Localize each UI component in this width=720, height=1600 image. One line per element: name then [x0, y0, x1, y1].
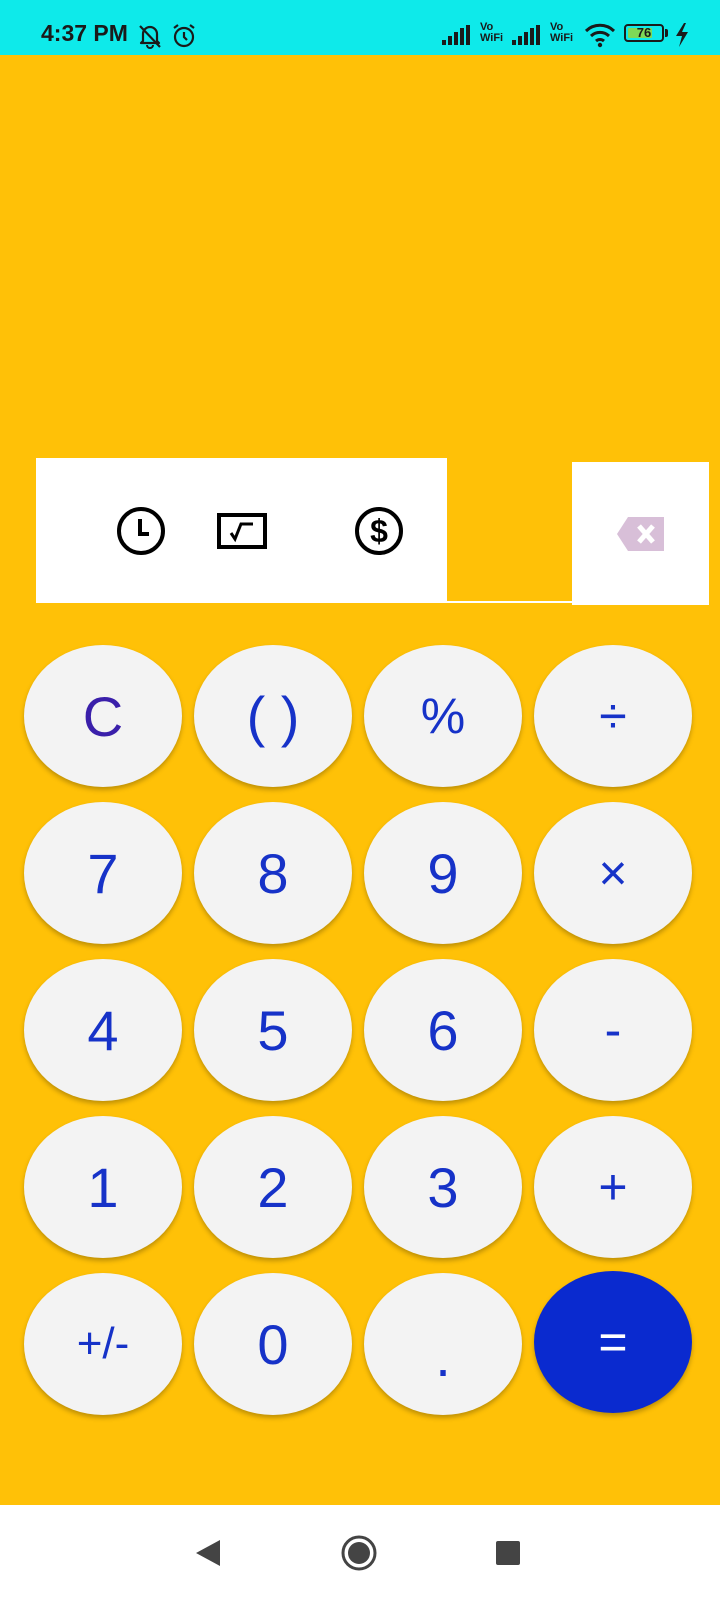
key-label: = [598, 1314, 628, 1370]
digit-8-key[interactable]: 8 [194, 802, 352, 944]
wifi-icon [584, 23, 616, 48]
recents-square-icon [496, 1540, 520, 1565]
charging-icon [676, 23, 688, 47]
digit-7-key[interactable]: 7 [24, 802, 182, 944]
plus-key[interactable]: + [534, 1116, 692, 1258]
status-time: 4:37 PM [41, 20, 128, 46]
key-label: +/- [76, 1319, 130, 1368]
tools-panel: $ [36, 458, 447, 603]
key-label: 1 [87, 1155, 119, 1219]
key-label: 7 [87, 841, 119, 905]
home-circle-icon [341, 1535, 377, 1570]
currency-dollar-icon: $ [355, 506, 403, 555]
key-label: × [598, 845, 628, 901]
vo-wifi-icon: Vo WiFi [480, 22, 503, 44]
alarm-icon [173, 24, 195, 48]
divide-key[interactable]: ÷ [534, 645, 692, 787]
digit-0-key[interactable]: 0 [194, 1273, 352, 1415]
key-label: 6 [427, 998, 459, 1062]
battery-level: 76 [636, 25, 652, 40]
key-label: 8 [257, 841, 289, 905]
key-label: 0 [257, 1312, 289, 1376]
parentheses-key[interactable]: ( ) [194, 645, 352, 787]
key-label: ( ) [246, 684, 300, 748]
history-button[interactable] [91, 458, 191, 603]
digit-5-key[interactable]: 5 [194, 959, 352, 1101]
digit-6-key[interactable]: 6 [364, 959, 522, 1101]
multiply-key[interactable]: × [534, 802, 692, 944]
clear-key[interactable]: C [24, 645, 182, 787]
battery-icon: 76 [624, 24, 664, 42]
digit-4-key[interactable]: 4 [24, 959, 182, 1101]
key-label: + [598, 1159, 628, 1215]
key-label: % [420, 688, 466, 744]
key-label: 2 [257, 1155, 289, 1219]
backspace-icon [616, 516, 664, 551]
negate-key[interactable]: +/- [24, 1273, 182, 1415]
currency-button[interactable]: $ [329, 458, 429, 603]
signal-icon [442, 25, 470, 45]
battery-nub [665, 29, 668, 37]
percent-key[interactable]: % [364, 645, 522, 787]
key-label: - [604, 1002, 622, 1058]
status-bar: 4:37 PM Vo WiFi Vo WiFi 76 [0, 0, 720, 55]
backspace-button[interactable] [572, 462, 709, 605]
digit-2-key[interactable]: 2 [194, 1116, 352, 1258]
key-label: . [435, 1324, 451, 1388]
signal-icon [512, 25, 540, 45]
back-button[interactable] [168, 1505, 248, 1600]
key-label: 3 [427, 1155, 459, 1219]
bell-off-icon [139, 25, 161, 49]
key-label: 9 [427, 841, 459, 905]
wifi-label: WiFi [480, 32, 504, 44]
digit-3-key[interactable]: 3 [364, 1116, 522, 1258]
equals-key[interactable]: = [534, 1271, 692, 1413]
recents-button[interactable] [468, 1505, 548, 1600]
minus-key[interactable]: - [534, 959, 692, 1101]
digit-1-key[interactable]: 1 [24, 1116, 182, 1258]
history-clock-icon [117, 506, 165, 555]
wifi-label: WiFi [550, 32, 574, 44]
key-label: C [82, 684, 124, 748]
key-label: ÷ [599, 688, 627, 744]
unit-converter-button[interactable] [192, 458, 292, 603]
key-label: 4 [87, 998, 119, 1062]
digit-9-key[interactable]: 9 [364, 802, 522, 944]
vo-wifi-icon: Vo WiFi [550, 22, 573, 44]
unit-converter-icon [217, 512, 267, 549]
key-label: 5 [257, 998, 289, 1062]
navigation-bar [0, 1505, 720, 1600]
decimal-key[interactable]: . [364, 1273, 522, 1415]
home-button[interactable] [319, 1505, 399, 1600]
svg-text:$: $ [370, 513, 388, 549]
back-triangle-icon [196, 1539, 220, 1566]
